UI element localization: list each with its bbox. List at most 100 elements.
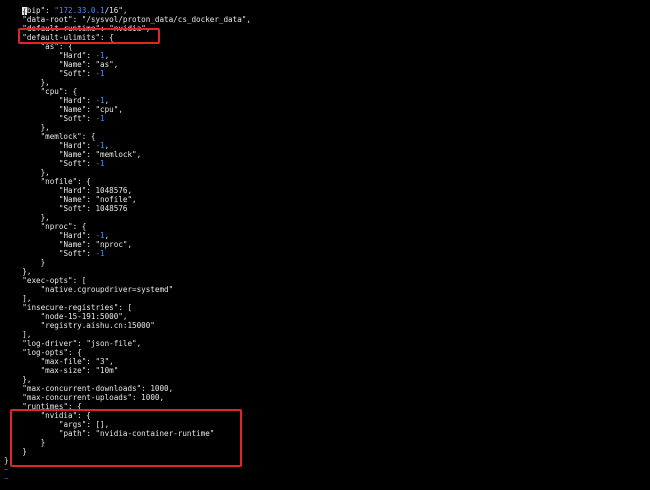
code-line: "max-concurrent-uploads": 1000, — [4, 393, 251, 402]
code-token: "172.33.0.1 — [54, 6, 105, 15]
code-token: ], — [4, 330, 32, 339]
code-token: "registry.aishu.cn:15000" — [40, 321, 155, 330]
code-token: , — [104, 231, 110, 240]
code-token: : { — [68, 348, 82, 357]
code-token: -1 — [95, 96, 105, 105]
code-line: "Soft": -1 — [4, 69, 251, 78]
code-token: -1 — [95, 231, 105, 240]
code-token: -1 — [95, 249, 105, 258]
code-token: "Soft" — [58, 249, 87, 258]
code-token: "nproc" — [40, 222, 73, 231]
code-token: "exec-opts" — [22, 276, 73, 285]
code-line: "registry.aishu.cn:15000" — [4, 321, 251, 330]
code-token: "/sysvol/proton_data/cs_docker_data", — [81, 15, 251, 24]
code-line: "Hard": -1, — [4, 231, 251, 240]
code-token: }, — [4, 168, 50, 177]
code-line: "Name": "nproc", — [4, 240, 251, 249]
code-line: "data-root": "/sysvol/proton_data/cs_doc… — [4, 15, 251, 24]
code-token: }, — [4, 375, 32, 384]
code-line: "nproc": { — [4, 222, 251, 231]
code-token: "max-size" — [40, 366, 87, 375]
code-line: "nofile": { — [4, 177, 251, 186]
code-token: "nproc", — [95, 240, 133, 249]
terminal-window[interactable]: { "bip": "172.33.0.1/16", "data-root": "… — [0, 0, 650, 490]
code-line: "max-concurrent-downloads": 1000, — [4, 384, 251, 393]
code-line: ], — [4, 330, 251, 339]
code-token: "Soft" — [58, 69, 87, 78]
code-token: : — [72, 15, 82, 24]
code-token: "node-15-191:5000", — [40, 312, 128, 321]
code-token: : [ — [72, 276, 87, 285]
code-line: "log-driver": "json-file", — [4, 339, 251, 348]
code-line: }, — [4, 123, 251, 132]
code-token: : 1000, — [141, 384, 174, 393]
code-token: "Soft" — [58, 204, 87, 213]
code-token: : { — [81, 132, 96, 141]
code-token: : { — [63, 87, 78, 96]
code-token: "max-concurrent-downloads" — [22, 384, 142, 393]
code-line: "native.cgroupdriver=systemd" — [4, 285, 251, 294]
code-line: "Soft": -1 — [4, 249, 251, 258]
code-token: "Name" — [58, 105, 87, 114]
code-token: "data-root" — [22, 15, 73, 24]
code-token: 1048576 — [95, 204, 128, 213]
code-token: , — [127, 186, 133, 195]
code-token: "nofile", — [95, 195, 137, 204]
code-token: "3", — [95, 357, 114, 366]
code-token: "Hard" — [58, 186, 87, 195]
code-token: "log-driver" — [22, 339, 78, 348]
code-token: "Name" — [58, 195, 87, 204]
code-token: "json-file", — [86, 339, 142, 348]
code-line: "Soft": 1048576 — [4, 204, 251, 213]
code-token: }, — [4, 213, 50, 222]
code-token: "Hard" — [58, 51, 87, 60]
code-line: "Hard": -1, — [4, 141, 251, 150]
code-token: : { — [77, 177, 91, 186]
code-token: "max-concurrent-uploads" — [22, 393, 133, 402]
code-line: "Name": "memlock", — [4, 150, 251, 159]
code-token: } — [4, 258, 46, 267]
code-token: , — [104, 141, 110, 150]
code-line: "max-file": "3", — [4, 357, 251, 366]
code-line: "node-15-191:5000", — [4, 312, 251, 321]
code-token: -1 — [95, 114, 105, 123]
code-token: }, — [4, 123, 50, 132]
code-token: "Name" — [58, 150, 87, 159]
code-token: "Hard" — [58, 231, 87, 240]
runtimes-highlight-box — [10, 409, 242, 467]
code-token: "Soft" — [58, 159, 87, 168]
code-line: "Soft": -1 — [4, 114, 251, 123]
code-token: : — [77, 339, 87, 348]
code-line: }, — [4, 78, 251, 87]
code-token: -1 — [95, 141, 105, 150]
code-token: "memlock" — [40, 132, 82, 141]
code-token: "native.cgroupdriver=systemd" — [40, 285, 174, 294]
code-token: : 1000, — [132, 393, 165, 402]
code-token: "10m" — [95, 366, 119, 375]
code-token: -1 — [95, 69, 105, 78]
code-line: ~ — [4, 474, 251, 483]
code-token: "Name" — [58, 60, 87, 69]
default-runtime-highlight-box — [18, 28, 160, 44]
code-token: "Hard" — [58, 141, 87, 150]
code-line: ], — [4, 294, 251, 303]
code-token: "insecure-registries" — [22, 303, 119, 312]
code-line: "Hard": -1, — [4, 96, 251, 105]
code-line: }, — [4, 375, 251, 384]
code-line: "log-opts": { — [4, 348, 251, 357]
